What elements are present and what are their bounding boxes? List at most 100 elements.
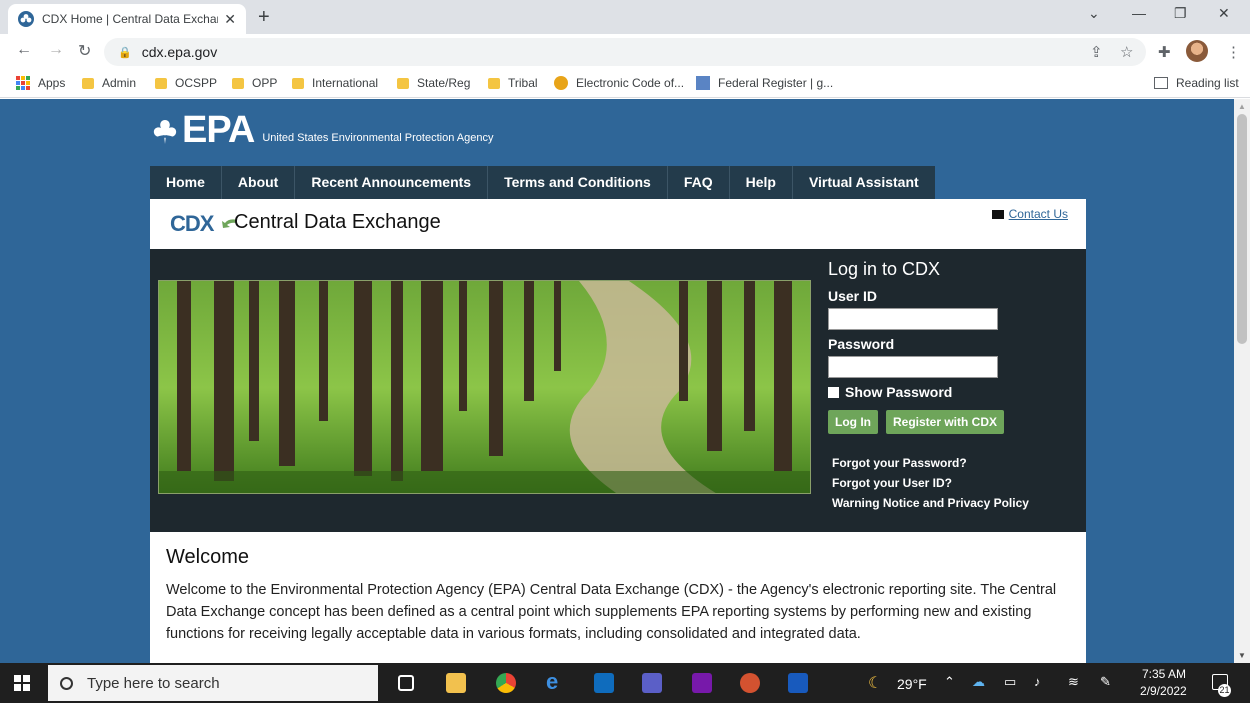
user-id-input[interactable] [828, 308, 998, 330]
epa-letters: EPA [182, 109, 255, 151]
register-button[interactable]: Register with CDX [886, 410, 1005, 434]
weather-temp[interactable]: 29°F [897, 676, 927, 692]
back-icon[interactable]: ← [16, 41, 32, 59]
mail-icon [991, 209, 1004, 219]
folder-icon [292, 77, 304, 89]
close-tab-icon[interactable]: ✕ [224, 11, 236, 28]
reading-list-button[interactable]: Reading list [1154, 76, 1239, 90]
nav-help[interactable]: Help [730, 166, 793, 199]
browser-toolbar: ← → ↻ 🔒 cdx.epa.gov ⇪ ☆ ✚ ⋮ [0, 34, 1250, 68]
contact-us-link[interactable]: Contact Us [991, 207, 1068, 221]
password-label: Password [828, 336, 895, 352]
volume-icon[interactable]: ♪ [1034, 674, 1041, 689]
teams-icon[interactable] [642, 673, 662, 693]
word-icon[interactable] [788, 673, 808, 693]
minimize-icon[interactable]: — [1132, 5, 1146, 21]
internet-explorer-icon[interactable]: e [546, 669, 566, 694]
welcome-text: Welcome to the Environmental Protection … [166, 582, 1057, 642]
scroll-down-icon[interactable]: ▼ [1238, 651, 1246, 660]
onedrive-icon[interactable]: ☁ [972, 674, 985, 690]
close-window-icon[interactable]: ✕ [1218, 5, 1230, 22]
chrome-icon[interactable] [496, 673, 516, 693]
cdx-logo: CDX [170, 211, 214, 236]
reading-list-icon [1154, 77, 1168, 89]
taskbar-search[interactable]: Type here to search [48, 665, 378, 701]
scrollbar-thumb[interactable] [1237, 114, 1247, 344]
wifi-icon[interactable]: ≋ [1068, 674, 1079, 690]
welcome-section: Welcome Welcome to the Environmental Pro… [150, 532, 1086, 663]
profile-avatar[interactable] [1186, 40, 1208, 62]
page-title: Central Data Exchange [234, 211, 441, 233]
bookmark-folder-ocspp[interactable]: OCSPP [155, 76, 217, 90]
clock-date[interactable]: 2/9/2022 [1140, 684, 1187, 698]
main-nav: Home About Recent Announcements Terms an… [150, 166, 935, 199]
bookmark-folder-admin[interactable]: Admin [82, 76, 136, 90]
pen-icon[interactable]: ✎ [1100, 674, 1111, 690]
scroll-up-icon[interactable]: ▲ [1238, 102, 1246, 111]
weather-icon: ☾ [868, 675, 883, 692]
folder-icon [82, 77, 94, 89]
epa-flower-icon [153, 120, 177, 144]
restore-icon[interactable]: ❐ [1174, 5, 1187, 22]
bookmark-folder-tribal[interactable]: Tribal [488, 76, 538, 90]
nav-recent-announcements[interactable]: Recent Announcements [295, 166, 489, 199]
bookmark-federal-register[interactable]: Federal Register | g... [696, 76, 833, 90]
notification-count: 21 [1218, 684, 1231, 697]
epa-logo[interactable]: EPA United States Environmental Protecti… [150, 109, 494, 151]
cdx-header: CDX Central Data Exchange Contact Us [150, 199, 1086, 249]
folder-icon [155, 77, 167, 89]
tab-search-icon[interactable]: ⌄ [1088, 5, 1100, 22]
nav-terms-and-conditions[interactable]: Terms and Conditions [488, 166, 668, 199]
extensions-icon[interactable]: ✚ [1158, 43, 1171, 61]
federal-register-icon [696, 76, 710, 90]
windows-start-icon[interactable] [14, 675, 30, 691]
tray-chevron-icon[interactable]: ⌃ [944, 674, 955, 690]
bookmark-ecfr[interactable]: Electronic Code of... [554, 76, 684, 90]
lock-icon: 🔒 [118, 46, 132, 59]
password-input[interactable] [828, 356, 998, 378]
warning-notice-link[interactable]: Warning Notice and Privacy Policy [832, 496, 1068, 510]
address-bar[interactable]: 🔒 cdx.epa.gov [104, 38, 1146, 66]
clock-time[interactable]: 7:35 AM [1142, 667, 1186, 681]
login-panel: Log in to CDX User ID Password Show Pass… [828, 259, 1068, 516]
nav-virtual-assistant[interactable]: Virtual Assistant [793, 166, 935, 199]
nav-home[interactable]: Home [150, 166, 222, 199]
user-id-label: User ID [828, 288, 878, 304]
folder-icon [488, 77, 500, 89]
battery-icon[interactable]: ▭ [1004, 674, 1016, 690]
folder-icon [232, 77, 244, 89]
page-scrollbar[interactable]: ▲ ▼ [1234, 99, 1250, 663]
welcome-heading: Welcome [166, 546, 249, 568]
agency-tagline: United States Environmental Protection A… [262, 132, 494, 144]
log-in-button[interactable]: Log In [828, 410, 878, 434]
bookmark-folder-opp[interactable]: OPP [232, 76, 277, 90]
nav-about[interactable]: About [222, 166, 296, 199]
forgot-password-link[interactable]: Forgot your Password? [832, 456, 1068, 470]
tab-title: CDX Home | Central Data Exchan [42, 12, 219, 26]
file-explorer-icon[interactable] [446, 673, 466, 693]
show-password-checkbox[interactable]: Show Password [828, 384, 1068, 400]
search-icon [60, 676, 73, 690]
bookmark-folder-international[interactable]: International [292, 76, 378, 90]
bookmark-folder-state-reg[interactable]: State/Reg [397, 76, 470, 90]
browser-tab[interactable]: CDX Home | Central Data Exchan ✕ [8, 4, 246, 34]
onenote-icon[interactable] [692, 673, 712, 693]
reload-icon[interactable]: ↻ [78, 41, 91, 61]
nav-faq[interactable]: FAQ [668, 166, 730, 199]
bookmarks-bar: Apps Admin OCSPP OPP International State… [0, 68, 1250, 98]
login-title: Log in to CDX [828, 259, 941, 279]
page-viewport: EPA United States Environmental Protecti… [0, 99, 1234, 663]
new-tab-icon[interactable]: + [258, 6, 270, 29]
outlook-icon[interactable] [594, 673, 614, 693]
bookmark-star-icon[interactable]: ☆ [1120, 43, 1133, 61]
menu-kebab-icon[interactable]: ⋮ [1226, 43, 1241, 61]
windows-taskbar: Type here to search e ☾ 29°F ⌃ ☁ ▭ ♪ ≋ ✎… [0, 663, 1250, 703]
forest-illustration [159, 281, 810, 493]
task-view-icon[interactable] [398, 675, 414, 691]
powerpoint-icon[interactable] [740, 673, 760, 693]
forward-icon[interactable]: → [48, 41, 64, 59]
share-icon[interactable]: ⇪ [1090, 43, 1103, 61]
bookmark-apps[interactable]: Apps [16, 76, 65, 90]
epa-favicon-icon [18, 11, 34, 27]
forgot-user-id-link[interactable]: Forgot your User ID? [832, 476, 1068, 490]
